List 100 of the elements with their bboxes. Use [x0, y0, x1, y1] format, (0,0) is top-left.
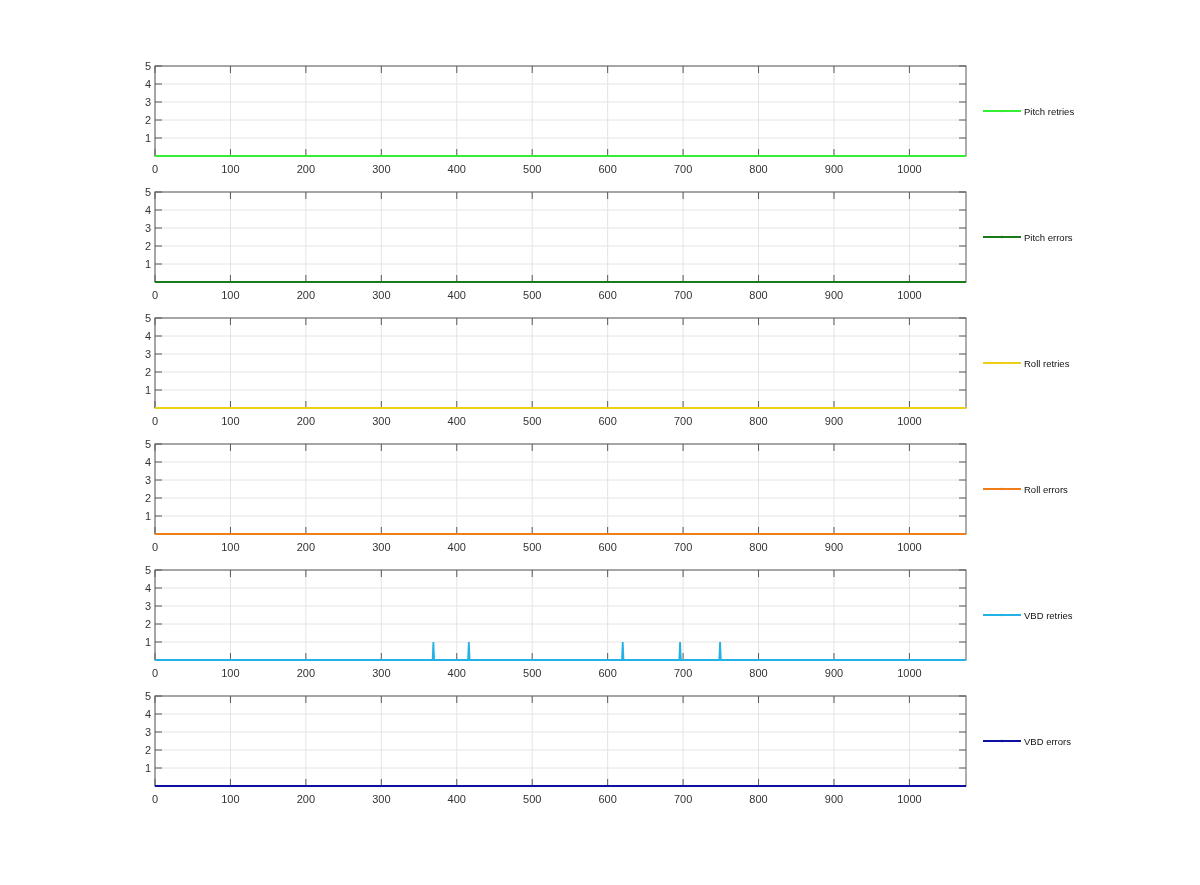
y-tick-label: 3: [144, 474, 151, 486]
x-tick-label: 0: [151, 541, 159, 553]
x-tick-label: 600: [598, 793, 617, 805]
y-tick-label: 5: [144, 438, 151, 450]
x-tick-label: 600: [598, 541, 617, 553]
x-tick-label: 800: [749, 289, 768, 301]
x-tick-label: 700: [673, 163, 693, 175]
legend-label: VBD errors: [1024, 735, 1071, 747]
x-tick-label: 100: [221, 289, 240, 301]
x-tick-label: 900: [824, 415, 844, 427]
legend-label: Pitch retries: [1024, 105, 1075, 117]
legend-label: Roll errors: [1024, 483, 1068, 495]
x-tick-label: 600: [598, 415, 617, 427]
x-tick-label: 300: [372, 415, 391, 427]
y-tick-label: 4: [144, 456, 151, 468]
x-tick-label: 300: [372, 667, 391, 679]
x-tick-label: 200: [296, 541, 316, 553]
x-tick-label: 100: [221, 793, 240, 805]
x-tick-label: 1000: [897, 415, 922, 427]
x-tick-label: 400: [447, 667, 466, 679]
y-tick-label: 2: [144, 618, 151, 630]
y-tick-label: 2: [144, 492, 151, 504]
y-tick-label: 1: [144, 384, 151, 396]
x-tick-label: 900: [824, 793, 844, 805]
y-tick-label: 1: [144, 510, 151, 522]
x-tick-label: 600: [598, 289, 617, 301]
x-tick-label: 500: [523, 415, 542, 427]
y-tick-label: 5: [144, 564, 151, 576]
x-tick-label: 600: [598, 667, 617, 679]
x-tick-label: 0: [151, 289, 159, 301]
y-tick-label: 3: [144, 600, 151, 612]
x-tick-label: 900: [824, 667, 844, 679]
x-tick-label: 500: [523, 163, 542, 175]
x-tick-label: 0: [151, 415, 159, 427]
y-tick-label: 3: [144, 348, 151, 360]
x-tick-label: 1000: [897, 289, 922, 301]
x-tick-label: 200: [296, 289, 316, 301]
y-tick-label: 1: [144, 636, 151, 648]
x-tick-label: 400: [447, 541, 466, 553]
x-tick-label: 500: [523, 289, 542, 301]
x-tick-label: 200: [296, 415, 316, 427]
x-tick-label: 1000: [897, 541, 922, 553]
y-tick-label: 1: [144, 258, 151, 270]
x-tick-label: 300: [372, 163, 391, 175]
x-tick-label: 500: [523, 541, 542, 553]
x-tick-label: 800: [749, 793, 768, 805]
y-tick-label: 4: [144, 330, 151, 342]
x-tick-label: 0: [151, 667, 159, 679]
y-tick-label: 5: [144, 312, 151, 324]
x-tick-label: 400: [447, 163, 466, 175]
y-tick-label: 4: [144, 708, 151, 720]
y-tick-label: 1: [144, 762, 151, 774]
x-tick-label: 100: [221, 541, 240, 553]
y-tick-label: 2: [144, 744, 151, 756]
x-tick-label: 800: [749, 415, 768, 427]
x-tick-label: 200: [296, 667, 316, 679]
x-tick-label: 200: [296, 163, 316, 175]
x-tick-label: 400: [447, 793, 466, 805]
x-tick-label: 700: [673, 541, 693, 553]
x-tick-label: 900: [824, 289, 844, 301]
y-tick-label: 1: [144, 132, 151, 144]
y-tick-label: 5: [144, 60, 151, 72]
x-tick-label: 100: [221, 667, 240, 679]
x-tick-label: 700: [673, 415, 693, 427]
x-tick-label: 1000: [897, 667, 922, 679]
legend-label: Roll retries: [1024, 357, 1070, 369]
legend-label: Pitch errors: [1024, 231, 1073, 243]
y-tick-label: 4: [144, 582, 151, 594]
x-tick-label: 300: [372, 289, 391, 301]
x-tick-label: 800: [749, 163, 768, 175]
y-tick-label: 4: [144, 204, 151, 216]
x-tick-label: 0: [151, 793, 159, 805]
x-tick-label: 500: [523, 667, 542, 679]
y-tick-label: 3: [144, 726, 151, 738]
x-tick-label: 400: [447, 415, 466, 427]
x-tick-label: 800: [749, 541, 768, 553]
y-tick-label: 5: [144, 186, 151, 198]
x-tick-label: 700: [673, 793, 693, 805]
x-tick-label: 700: [673, 289, 693, 301]
y-tick-label: 3: [144, 96, 151, 108]
x-tick-label: 100: [221, 415, 240, 427]
legend-label: VBD retries: [1024, 609, 1073, 621]
x-tick-label: 500: [523, 793, 542, 805]
y-tick-label: 2: [144, 366, 151, 378]
x-tick-label: 1000: [897, 163, 922, 175]
y-tick-label: 3: [144, 222, 151, 234]
y-tick-label: 2: [144, 114, 151, 126]
x-tick-label: 900: [824, 541, 844, 553]
x-tick-label: 900: [824, 163, 844, 175]
x-tick-label: 300: [372, 541, 391, 553]
y-tick-label: 2: [144, 240, 151, 252]
x-tick-label: 1000: [897, 793, 922, 805]
x-tick-label: 600: [598, 163, 617, 175]
x-tick-label: 700: [673, 667, 693, 679]
x-tick-label: 100: [221, 163, 240, 175]
x-tick-label: 800: [749, 667, 768, 679]
x-tick-label: 200: [296, 793, 316, 805]
y-tick-label: 4: [144, 78, 151, 90]
x-tick-label: 0: [151, 163, 159, 175]
x-tick-label: 300: [372, 793, 391, 805]
